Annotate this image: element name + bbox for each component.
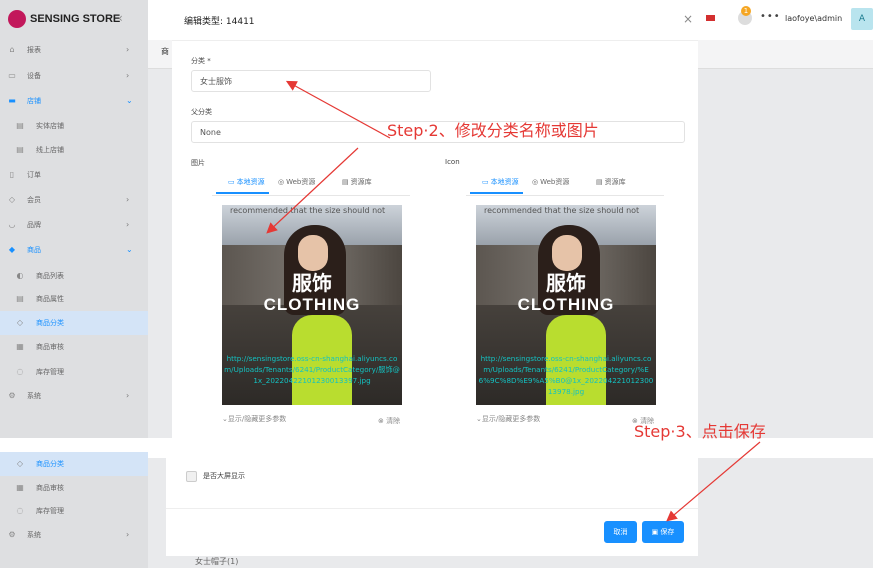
annotation-arrows [266,80,761,522]
arrow-to-save [666,441,761,522]
arrow-to-category-input [285,80,391,139]
step2-annotation: Step·2、修改分类名称或图片 [387,121,599,140]
arrow-to-image [266,147,359,234]
step3-annotation: Step·3、点击保存 [634,422,766,441]
